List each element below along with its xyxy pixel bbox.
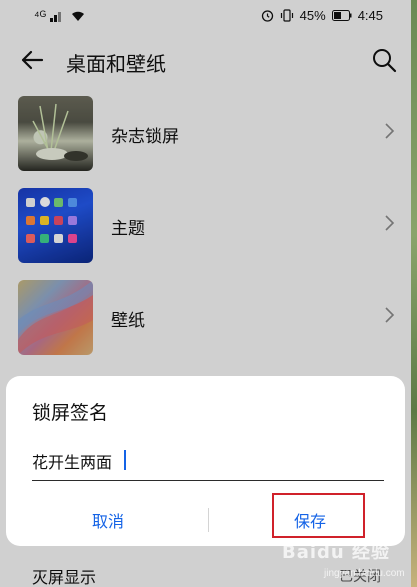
signature-input[interactable] xyxy=(32,444,384,481)
dialog-title: 锁屏签名 xyxy=(32,402,109,424)
lock-signature-dialog: 锁屏签名 取消 保存 xyxy=(6,376,405,546)
baidu-watermark: Baidu 经验 xyxy=(282,542,391,563)
text-cursor xyxy=(124,450,126,470)
save-button[interactable]: 保存 xyxy=(248,500,372,540)
phone-screen: ⁴ᴳ 45% 4:45 桌面和壁纸 杂志锁屏 主题 壁纸 灭屏显示 已关闭 锁屏… xyxy=(0,0,411,587)
cancel-button[interactable]: 取消 xyxy=(46,500,170,540)
baidu-watermark-url: jingyan.baidu.com xyxy=(324,568,405,579)
button-divider xyxy=(208,508,209,532)
background-edge xyxy=(411,0,417,587)
